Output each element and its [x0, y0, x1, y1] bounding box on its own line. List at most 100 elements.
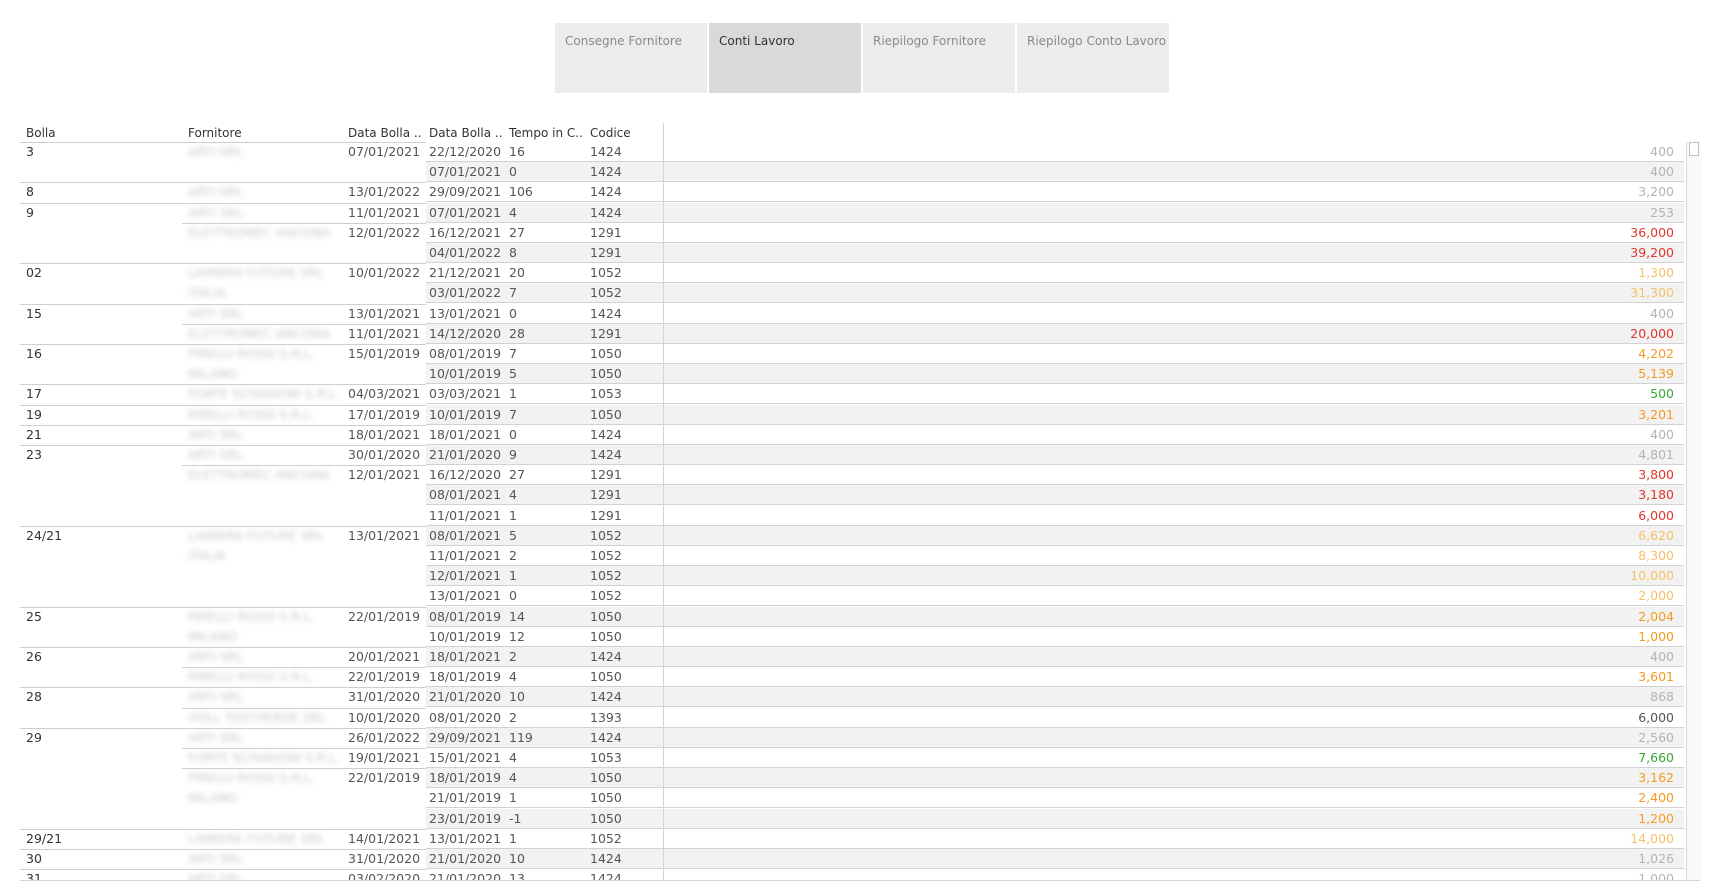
table-row[interactable]: 29/21 LAMIERA FUTURE SRL 14/01/2021 13/01/2…	[20, 828, 1684, 849]
table-row[interactable]: 9 ARTI SRL 11/01/2021 07/01/2021 4 1424 253	[20, 202, 1684, 223]
table-row[interactable]: ELETTROMEC ANCONA 11/01/2021 14/12/2020 28 1…	[20, 323, 1684, 344]
table-row[interactable]: PIRELLI ROSSI S.R.L. 22/01/2019 18/01/2019…	[20, 667, 1684, 688]
cell-tempo: 0	[509, 305, 517, 321]
table-row[interactable]: 07/01/2021 0 1424 400	[20, 162, 1684, 183]
table-row[interactable]: 25 PIRELLI ROSSI S.R.L. MILANO 22/01/2019 08…	[20, 606, 1684, 644]
cell-codice: 1050	[590, 810, 622, 826]
cell-data-bolla-1: 10/01/2022	[348, 265, 421, 281]
table-row[interactable]: 29 ARTI SRL 26/01/2022 29/09/2021 119 1424 2,5…	[20, 727, 1684, 748]
table-row[interactable]: 8 ARTI SRL 13/01/2022 29/09/2021 106 1424 3,20…	[20, 182, 1684, 203]
table-row[interactable]: 16 PIRELLI ROSSI S.R.L. MILANO 15/01/2019 08…	[20, 344, 1684, 381]
cell-data-bolla-1: 31/01/2020	[348, 689, 421, 705]
cell-codice: 1424	[590, 184, 622, 200]
cell-value: 6,620	[1638, 527, 1674, 543]
table-row[interactable]: 28 ARTI SRL 31/01/2020 21/01/2020 10 1424 868	[20, 687, 1684, 708]
col-header-bolla[interactable]: Bolla	[26, 126, 56, 140]
supplier-divider	[182, 465, 426, 467]
cell-codice: 1424	[590, 447, 622, 462]
supplier-divider	[182, 303, 426, 305]
cell-codice: 1291	[590, 224, 622, 240]
table-row[interactable]: 12/01/2021 1 1052 10,000	[20, 566, 1684, 587]
table-row[interactable]: 19 PIRELLI ROSSI S.R.L. 17/01/2019 10/01/20…	[20, 404, 1684, 425]
table-row[interactable]: 10/01/2019 5 1050 5,139	[20, 364, 1684, 385]
table-row[interactable]: 13/01/2021 0 1052 2,000	[20, 586, 1684, 607]
table-row[interactable]: 23 ARTI SRL 30/01/2020 21/01/2020 9 1424 4,801	[20, 445, 1684, 465]
table-row[interactable]: 17 FORTE SCHIAVONI S.R.L. 04/03/2021 03/03/…	[20, 384, 1684, 405]
cell-codice: 1052	[590, 830, 622, 846]
group-divider	[20, 344, 182, 345]
cell-bolla: 30	[26, 851, 42, 866]
col-header-tempo[interactable]: Tempo in C..	[509, 126, 583, 140]
table-row[interactable]: ELETTROMEC ANCONA 12/01/2022 16/12/2021 27 1…	[20, 222, 1684, 243]
vertical-scrollbar[interactable]	[1686, 142, 1701, 880]
cell-data-bolla-2: 08/01/2019	[429, 608, 502, 624]
table-row[interactable]: 21/01/2019 1 1050 2,400	[20, 788, 1684, 809]
cell-fornitore: ARTI SRL	[188, 447, 244, 462]
supplier-divider	[182, 142, 426, 143]
table-row[interactable]: 08/01/2021 4 1291 3,180	[20, 485, 1684, 506]
cell-data-bolla-1: 31/01/2020	[348, 851, 421, 866]
cell-tempo: 2	[509, 649, 517, 664]
cell-codice: 1291	[590, 467, 622, 483]
table-row[interactable]: ELETTROMEC ANCONA 12/01/2021 16/12/2020 27 1…	[20, 465, 1684, 486]
cell-value: 39,200	[1630, 245, 1674, 260]
cell-value: 400	[1650, 649, 1674, 664]
cell-tempo: 0	[509, 426, 517, 442]
cell-bolla: 25	[26, 608, 42, 624]
table-row[interactable]: 04/01/2022 8 1291 39,200	[20, 243, 1684, 263]
group-divider	[20, 727, 182, 729]
cell-value: 10,000	[1630, 568, 1674, 584]
table-row[interactable]: 31 ARTI SRL 03/02/2020 21/01/2020 13 1424 1,00…	[20, 869, 1684, 880]
cell-tempo: 2	[509, 548, 517, 563]
cell-data-bolla-2: 13/01/2021	[429, 305, 502, 321]
col-header-codice[interactable]: Codice	[590, 126, 631, 140]
tab-riepilogo-conto-lavoro[interactable]: Riepilogo Conto Lavoro	[1017, 23, 1169, 93]
cell-codice: 1424	[590, 649, 622, 664]
cell-data-bolla-1: 22/01/2019	[348, 669, 421, 685]
cell-codice: 1424	[590, 204, 622, 220]
cell-value: 2,400	[1638, 790, 1674, 806]
table-row[interactable]: 15 ARTI SRL 13/01/2021 13/01/2021 0 1424 400	[20, 303, 1684, 324]
table-row[interactable]: 11/01/2021 2 1052 8,300	[20, 546, 1684, 566]
table-row[interactable]: 3 ARTI SRL 07/01/2021 22/12/2020 16 1424 400	[20, 142, 1684, 162]
cell-value: 5,139	[1638, 366, 1674, 382]
table-row[interactable]: 23/01/2019 -1 1050 1,200	[20, 808, 1684, 829]
table-row[interactable]: 30 ARTI SRL 31/01/2020 21/01/2020 10 1424 1,02…	[20, 849, 1684, 869]
tab-riepilogo-fornitore[interactable]: Riepilogo Fornitore	[863, 23, 1015, 93]
cell-codice: 1052	[590, 285, 622, 301]
cell-data-bolla-1: 03/02/2020	[348, 871, 421, 880]
cell-codice: 1052	[590, 548, 622, 563]
cell-bolla: 16	[26, 346, 42, 361]
table-row[interactable]: 02 LAMIERA FUTURE SRL ITALIA 10/01/2022 21/1…	[20, 263, 1684, 300]
cell-data-bolla-2: 13/01/2021	[429, 830, 502, 846]
cell-tempo: 1	[509, 386, 517, 402]
table-row[interactable]: 03/01/2022 7 1052 31,300	[20, 283, 1684, 304]
table-row[interactable]: 21 ARTI SRL 18/01/2021 18/01/2021 0 1424 400	[20, 424, 1684, 445]
cell-value: 400	[1650, 164, 1674, 180]
cell-tempo: 7	[509, 346, 517, 361]
cell-codice: 1424	[590, 164, 622, 180]
cell-fornitore: PIRELLI ROSSI S.R.L.	[188, 406, 315, 422]
table-row[interactable]: 10/01/2019 12 1050 1,000	[20, 627, 1684, 647]
supplier-divider	[182, 727, 426, 729]
table-row[interactable]: HOLL TESTVERDE SRL 10/01/2020 08/01/2020 2 1…	[20, 707, 1684, 728]
table-row[interactable]: 24/21 LAMIERA FUTURE SRL ITALIA 13/01/2021 0…	[20, 525, 1684, 563]
table-row[interactable]: 11/01/2021 1 1291 6,000	[20, 506, 1684, 526]
tab-consegne-fornitore[interactable]: Consegne Fornitore	[555, 23, 707, 93]
col-header-data-bolla-1[interactable]: Data Bolla ..	[348, 126, 422, 140]
col-header-data-bolla-2[interactable]: Data Bolla ..	[429, 126, 503, 140]
cell-fornitore: ARTI SRL	[188, 204, 244, 220]
supplier-divider	[182, 647, 426, 648]
group-divider	[20, 263, 182, 265]
cell-data-bolla-1: 20/01/2021	[348, 649, 421, 664]
table-row[interactable]: PIRELLI ROSSI S.R.L. MILANO 22/01/2019 18/0…	[20, 768, 1684, 805]
col-header-fornitore[interactable]: Fornitore	[188, 126, 242, 140]
cell-codice: 1050	[590, 406, 622, 422]
cell-bolla: 9	[26, 204, 34, 220]
cell-codice: 1393	[590, 709, 622, 725]
cell-bolla: 31	[26, 871, 42, 880]
tab-conti-lavoro[interactable]: Conti Lavoro	[709, 23, 861, 93]
table-row[interactable]: FORTE SCHIAVONI S.R.L. 19/01/2021 15/01/20…	[20, 748, 1684, 768]
table-row[interactable]: 26 ARTI SRL 20/01/2021 18/01/2021 2 1424 400	[20, 647, 1684, 667]
scrollbar-thumb[interactable]	[1689, 142, 1699, 156]
